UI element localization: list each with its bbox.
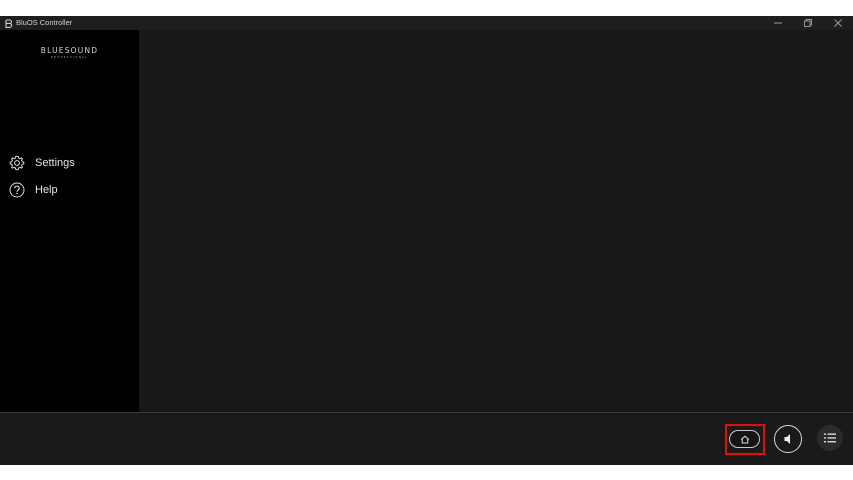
home-button[interactable] [729, 430, 760, 448]
sidebar: BLUESOUND PROFESSIONAL Settings Help [0, 30, 139, 412]
queue-button[interactable] [817, 425, 843, 451]
title-bar: BluOS Controller [0, 16, 853, 30]
window-title: BluOS Controller [16, 18, 73, 27]
sidebar-item-label: Settings [35, 157, 75, 169]
speaker-icon [784, 434, 790, 444]
sidebar-item-settings[interactable]: Settings [9, 154, 75, 172]
list-icon [824, 433, 836, 443]
logo-sub-text: PROFESSIONAL [50, 55, 89, 59]
gear-icon [9, 155, 25, 171]
minimize-button[interactable] [763, 16, 793, 30]
restore-icon [804, 19, 812, 27]
help-circle-icon [9, 182, 25, 198]
window-controls [763, 16, 853, 30]
bluesound-logo: BLUESOUND PROFESSIONAL [0, 46, 139, 60]
minimize-icon [774, 22, 782, 24]
sidebar-item-label: Help [35, 184, 58, 196]
bluos-b-icon [4, 18, 13, 28]
main-content [139, 30, 853, 412]
logo-main-text: BLUESOUND [40, 46, 99, 55]
close-button[interactable] [823, 16, 853, 30]
player-bar [0, 412, 853, 465]
sidebar-item-help[interactable]: Help [9, 181, 58, 199]
volume-button[interactable] [774, 425, 802, 453]
close-icon [834, 19, 842, 27]
app-window: BluOS Controller BLUESOUND PROFESSIONAL [0, 16, 853, 465]
restore-button[interactable] [793, 16, 823, 30]
home-icon [740, 435, 749, 443]
